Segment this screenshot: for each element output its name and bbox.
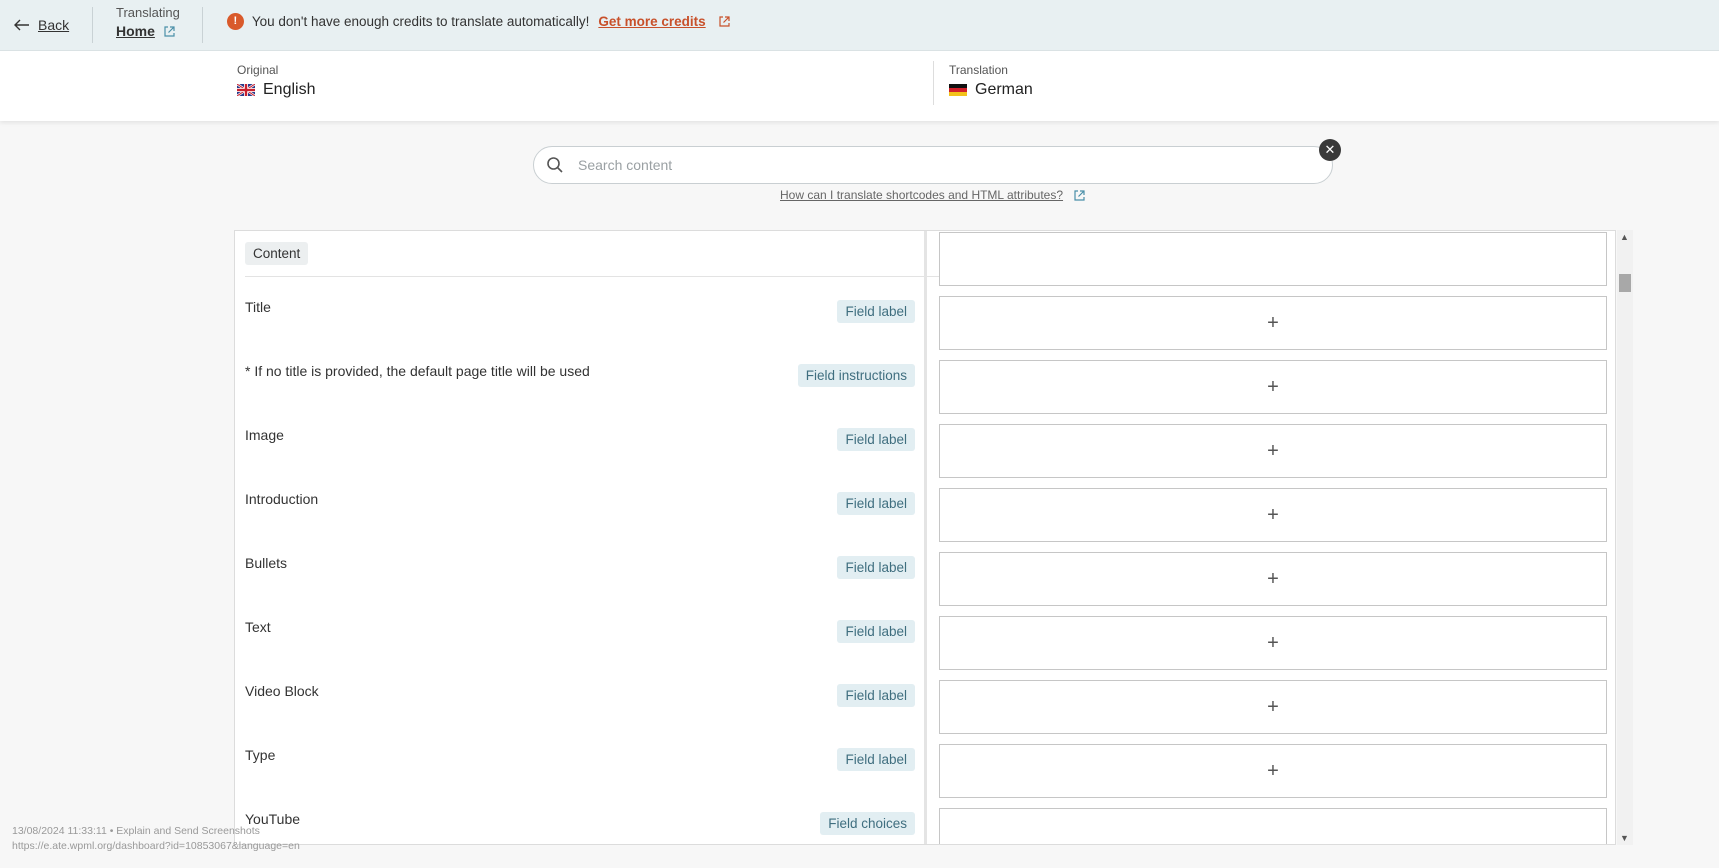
arrow-left-icon [14, 19, 29, 31]
row-divider [924, 611, 927, 675]
translating-info: Translating Home [116, 4, 180, 40]
row-divider [924, 483, 927, 547]
plus-icon: + [1267, 439, 1279, 462]
external-link-icon[interactable] [718, 15, 731, 28]
source-text: Type [245, 747, 276, 763]
credits-warning: ! You don't have enough credits to trans… [226, 12, 731, 30]
translation-language: Translation German [949, 63, 1033, 99]
scroll-up-icon[interactable]: ▲ [1620, 232, 1629, 242]
source-text: Bullets [245, 555, 288, 571]
external-link-icon [1074, 189, 1085, 201]
translation-field[interactable]: + [939, 552, 1607, 606]
translation-field[interactable]: + [939, 360, 1607, 414]
translation-label: Translation [949, 63, 1008, 77]
caption-line-2: https://e.ate.wpml.org/dashboard?id=1085… [12, 840, 300, 852]
content-panel: Content Title Field label + * If no titl… [234, 230, 1616, 845]
germany-flag-icon [949, 84, 967, 96]
search-box [533, 146, 1333, 184]
divider [201, 7, 203, 43]
plus-icon: + [1267, 311, 1279, 334]
source-text: Image [245, 427, 284, 443]
warning-icon: ! [226, 12, 244, 30]
source-text: Text [245, 619, 271, 635]
row-divider [924, 803, 927, 844]
translation-field[interactable]: + [939, 488, 1607, 542]
source-text: * If no title is provided, the default p… [245, 363, 590, 379]
original-language: Original English [237, 63, 315, 99]
caption-line-1: 13/08/2024 11:33:11 • Explain and Send S… [12, 825, 260, 837]
plus-icon: + [1267, 695, 1279, 718]
plus-icon: + [1267, 503, 1279, 526]
field-type-tag: Field label [837, 684, 915, 707]
content-scrollbar[interactable]: ▲ ▼ [1617, 230, 1633, 845]
source-text: Video Block [245, 683, 319, 699]
scroll-down-icon[interactable]: ▼ [1620, 833, 1629, 843]
field-type-tag: Field label [837, 428, 915, 451]
plus-icon: + [1267, 375, 1279, 398]
field-type-tag: Field label [837, 492, 915, 515]
divider [933, 61, 934, 105]
page-link[interactable]: Home [116, 22, 155, 40]
source-text: Introduction [245, 491, 319, 507]
clear-search-button[interactable]: ✕ [1319, 139, 1341, 161]
external-link-icon[interactable] [163, 25, 176, 38]
get-more-credits-link[interactable]: Get more credits [598, 14, 705, 29]
source-text: Title [245, 299, 271, 315]
translation-field[interactable] [939, 808, 1607, 844]
translation-field[interactable]: + [939, 296, 1607, 350]
field-type-tag: Field instructions [797, 364, 915, 387]
translation-row [235, 231, 1615, 291]
uk-flag-icon [237, 84, 255, 96]
row-divider [924, 291, 927, 355]
plus-icon: + [1267, 631, 1279, 654]
scroll-thumb[interactable] [1619, 274, 1631, 292]
original-language-name: English [263, 81, 316, 98]
help-link-text: How can I translate shortcodes and HTML … [780, 188, 1064, 202]
translation-language-name: German [975, 81, 1033, 98]
warning-text: You don't have enough credits to transla… [251, 13, 590, 29]
translation-field[interactable]: + [939, 424, 1607, 478]
field-type-tag: Field label [837, 556, 915, 579]
field-type-tag: Field choices [820, 812, 915, 835]
shortcodes-help-link[interactable]: How can I translate shortcodes and HTML … [780, 188, 1086, 202]
close-icon: ✕ [1324, 142, 1336, 157]
translation-row: Bullets Field label + [235, 547, 1615, 611]
translation-row: Text Field label + [235, 611, 1615, 675]
back-button[interactable]: Back [14, 17, 92, 33]
translation-row: YouTube Field choices [235, 803, 1615, 844]
top-bar: Back Translating Home ! You don't have e… [0, 0, 1719, 51]
row-divider [924, 231, 927, 291]
translation-row: Title Field label + [235, 291, 1615, 355]
divider [92, 7, 93, 43]
translation-row: Video Block Field label + [235, 675, 1615, 739]
language-header: Original English Translation German [0, 51, 1719, 121]
row-divider [924, 419, 927, 483]
back-label: Back [38, 17, 70, 33]
translation-row: * If no title is provided, the default p… [235, 355, 1615, 419]
translation-field[interactable] [939, 232, 1607, 286]
row-divider [924, 739, 927, 803]
translation-field[interactable]: + [939, 616, 1607, 670]
field-type-tag: Field label [837, 300, 915, 323]
plus-icon: + [1267, 567, 1279, 590]
translation-field[interactable]: + [939, 680, 1607, 734]
search-icon [547, 157, 563, 173]
field-type-tag: Field label [837, 620, 915, 643]
original-label: Original [237, 63, 279, 77]
translation-row: Image Field label + [235, 419, 1615, 483]
translation-row: Type Field label + [235, 739, 1615, 803]
row-divider [924, 675, 927, 739]
row-divider [924, 355, 927, 419]
search-input[interactable] [576, 156, 1332, 174]
translation-row: Introduction Field label + [235, 483, 1615, 547]
translation-field[interactable]: + [939, 744, 1607, 798]
translating-label: Translating [116, 5, 180, 20]
field-type-tag: Field label [837, 748, 915, 771]
screenshot-caption: 13/08/2024 11:33:11 • Explain and Send S… [12, 824, 300, 854]
row-divider [924, 547, 927, 611]
plus-icon: + [1267, 759, 1279, 782]
